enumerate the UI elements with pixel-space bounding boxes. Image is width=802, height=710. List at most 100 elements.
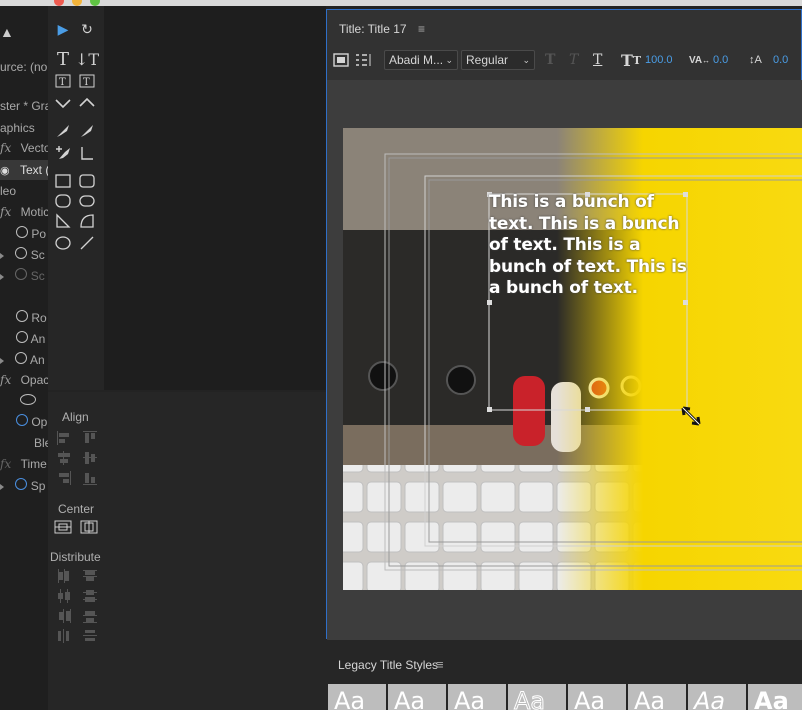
path-type-tool-icon[interactable] (52, 94, 74, 112)
style-swatch[interactable]: Aa (328, 684, 386, 710)
align-horizontal-center-icon[interactable] (56, 450, 72, 466)
title-tools-panel: ▶ ↻ T ↓T T T (48, 6, 104, 390)
distribute-vertical-center-icon[interactable] (82, 588, 98, 604)
rounded-corner-rectangle-tool-icon[interactable] (52, 192, 74, 210)
text-layer-row[interactable]: ◉ Text ( (0, 160, 48, 180)
antiflicker-label: An (30, 353, 45, 367)
fx-icon[interactable]: fx (0, 457, 11, 471)
opacity-value-row[interactable]: Op (16, 414, 47, 429)
ellipse-tool-icon[interactable] (52, 234, 74, 252)
resize-handle[interactable] (585, 407, 590, 412)
selection-tool-icon[interactable]: ▶ (52, 20, 74, 38)
fx-icon[interactable]: fx (0, 205, 11, 219)
anchor-label: An (30, 332, 46, 346)
align-top-icon[interactable] (82, 430, 98, 446)
stopwatch-icon[interactable] (16, 310, 28, 322)
align-right-icon[interactable] (56, 470, 72, 486)
stopwatch-icon[interactable] (15, 478, 28, 490)
stopwatch-icon[interactable] (16, 226, 28, 238)
arc-tool-icon[interactable] (76, 212, 98, 230)
vertical-area-type-tool-icon[interactable]: T (76, 72, 98, 90)
scale-row[interactable]: Sc (0, 247, 45, 262)
position-row[interactable]: Po (16, 226, 46, 241)
bold-icon[interactable]: T (545, 50, 555, 70)
scale-width-row[interactable]: Sc (0, 268, 45, 283)
stopwatch-icon[interactable] (15, 268, 28, 280)
fx-icon[interactable]: fx (0, 373, 11, 387)
distribute-right-icon[interactable] (56, 608, 72, 624)
style-swatch[interactable]: Aa (388, 684, 446, 710)
rounded-rectangle-tool-icon[interactable] (76, 192, 98, 210)
resize-handle[interactable] (487, 407, 492, 412)
opacity-row[interactable]: fx Opaci (0, 373, 48, 387)
resize-handle[interactable] (683, 300, 688, 305)
antiflicker-row[interactable]: An (0, 352, 45, 367)
distribute-bottom-icon[interactable] (82, 608, 98, 624)
resize-handle[interactable] (487, 300, 492, 305)
title-canvas[interactable] (327, 80, 802, 640)
style-swatch[interactable]: Aa (568, 684, 626, 710)
pen-tool-icon[interactable] (52, 122, 74, 140)
eye-icon[interactable]: ◉ (0, 164, 10, 177)
clipped-corner-rectangle-tool-icon[interactable] (76, 172, 98, 190)
underline-icon[interactable]: T (593, 50, 602, 70)
home-icon[interactable]: ▲ (0, 24, 14, 40)
vector-motion-row[interactable]: fx Vecto (0, 141, 48, 155)
tab-stops-icon[interactable] (355, 50, 373, 70)
area-type-tool-icon[interactable]: T (52, 72, 74, 90)
style-swatch[interactable]: Aa (508, 684, 566, 710)
expand-triangle-icon[interactable] (0, 484, 4, 490)
anchor-row[interactable]: An (16, 331, 45, 346)
distribute-vertical-even-icon[interactable] (82, 628, 98, 644)
title-panel-title[interactable]: Title: Title 17 (339, 22, 407, 36)
rotation-tool-icon[interactable]: ↻ (76, 20, 98, 38)
time-remap-row[interactable]: fx Time (0, 457, 47, 471)
expand-triangle-icon[interactable] (0, 358, 4, 364)
vertical-path-type-tool-icon[interactable] (76, 94, 98, 112)
convert-anchor-tool-icon[interactable] (76, 144, 98, 162)
sequence-label[interactable]: ster * Grap (0, 99, 48, 113)
distribute-horizontal-center-icon[interactable] (56, 588, 72, 604)
stopwatch-icon[interactable] (16, 414, 28, 426)
align-vertical-center-icon[interactable] (82, 450, 98, 466)
title-text-block[interactable]: This is a bunch of text. This is a bunch… (489, 192, 689, 300)
leading-value[interactable]: 0.0 (773, 50, 788, 70)
motion-row[interactable]: fx Motic (0, 205, 48, 219)
distribute-left-icon[interactable] (56, 568, 72, 584)
wedge-tool-icon[interactable] (52, 212, 74, 230)
font-style-dropdown[interactable]: Regular ⌄ (461, 50, 535, 70)
stopwatch-icon[interactable] (16, 331, 28, 343)
line-tool-icon[interactable] (76, 234, 98, 252)
distribute-top-icon[interactable] (82, 568, 98, 584)
expand-triangle-icon[interactable] (0, 253, 4, 259)
delete-anchor-tool-icon[interactable] (76, 122, 98, 140)
style-swatch[interactable]: Aa (748, 684, 802, 710)
style-swatch[interactable]: Aa (688, 684, 746, 710)
kerning-value[interactable]: 0.0 (713, 50, 728, 70)
style-swatch[interactable]: Aa (448, 684, 506, 710)
font-size-value[interactable]: 100.0 (645, 50, 673, 70)
panel-menu-icon[interactable]: ≡ (418, 22, 425, 36)
expand-triangle-icon[interactable] (0, 274, 4, 280)
center-horizontal-icon[interactable] (54, 520, 72, 536)
font-family-dropdown[interactable]: Abadi M... ⌄ (384, 50, 458, 70)
vertical-type-tool-icon[interactable]: ↓T (75, 50, 99, 69)
stopwatch-icon[interactable] (15, 352, 28, 364)
graphics-label: aphics (0, 121, 35, 135)
background-video-toggle-icon[interactable] (333, 50, 349, 70)
add-anchor-tool-icon[interactable] (52, 144, 74, 162)
rotation-row[interactable]: Ro (16, 310, 47, 325)
italic-icon[interactable]: T (569, 50, 578, 70)
style-swatch[interactable]: Aa (628, 684, 686, 710)
stopwatch-icon[interactable] (15, 247, 28, 259)
rectangle-tool-icon[interactable] (52, 172, 74, 190)
align-bottom-icon[interactable] (82, 470, 98, 486)
fx-icon[interactable]: fx (0, 141, 11, 155)
ellipse-mask-icon[interactable] (20, 394, 36, 405)
type-tool-icon[interactable]: T (52, 49, 74, 70)
speed-row[interactable]: Sp (0, 478, 45, 493)
center-vertical-icon[interactable] (80, 520, 98, 536)
align-left-icon[interactable] (56, 430, 72, 446)
distribute-horizontal-even-icon[interactable] (56, 628, 72, 644)
panel-menu-icon[interactable]: ≡ (436, 657, 444, 672)
